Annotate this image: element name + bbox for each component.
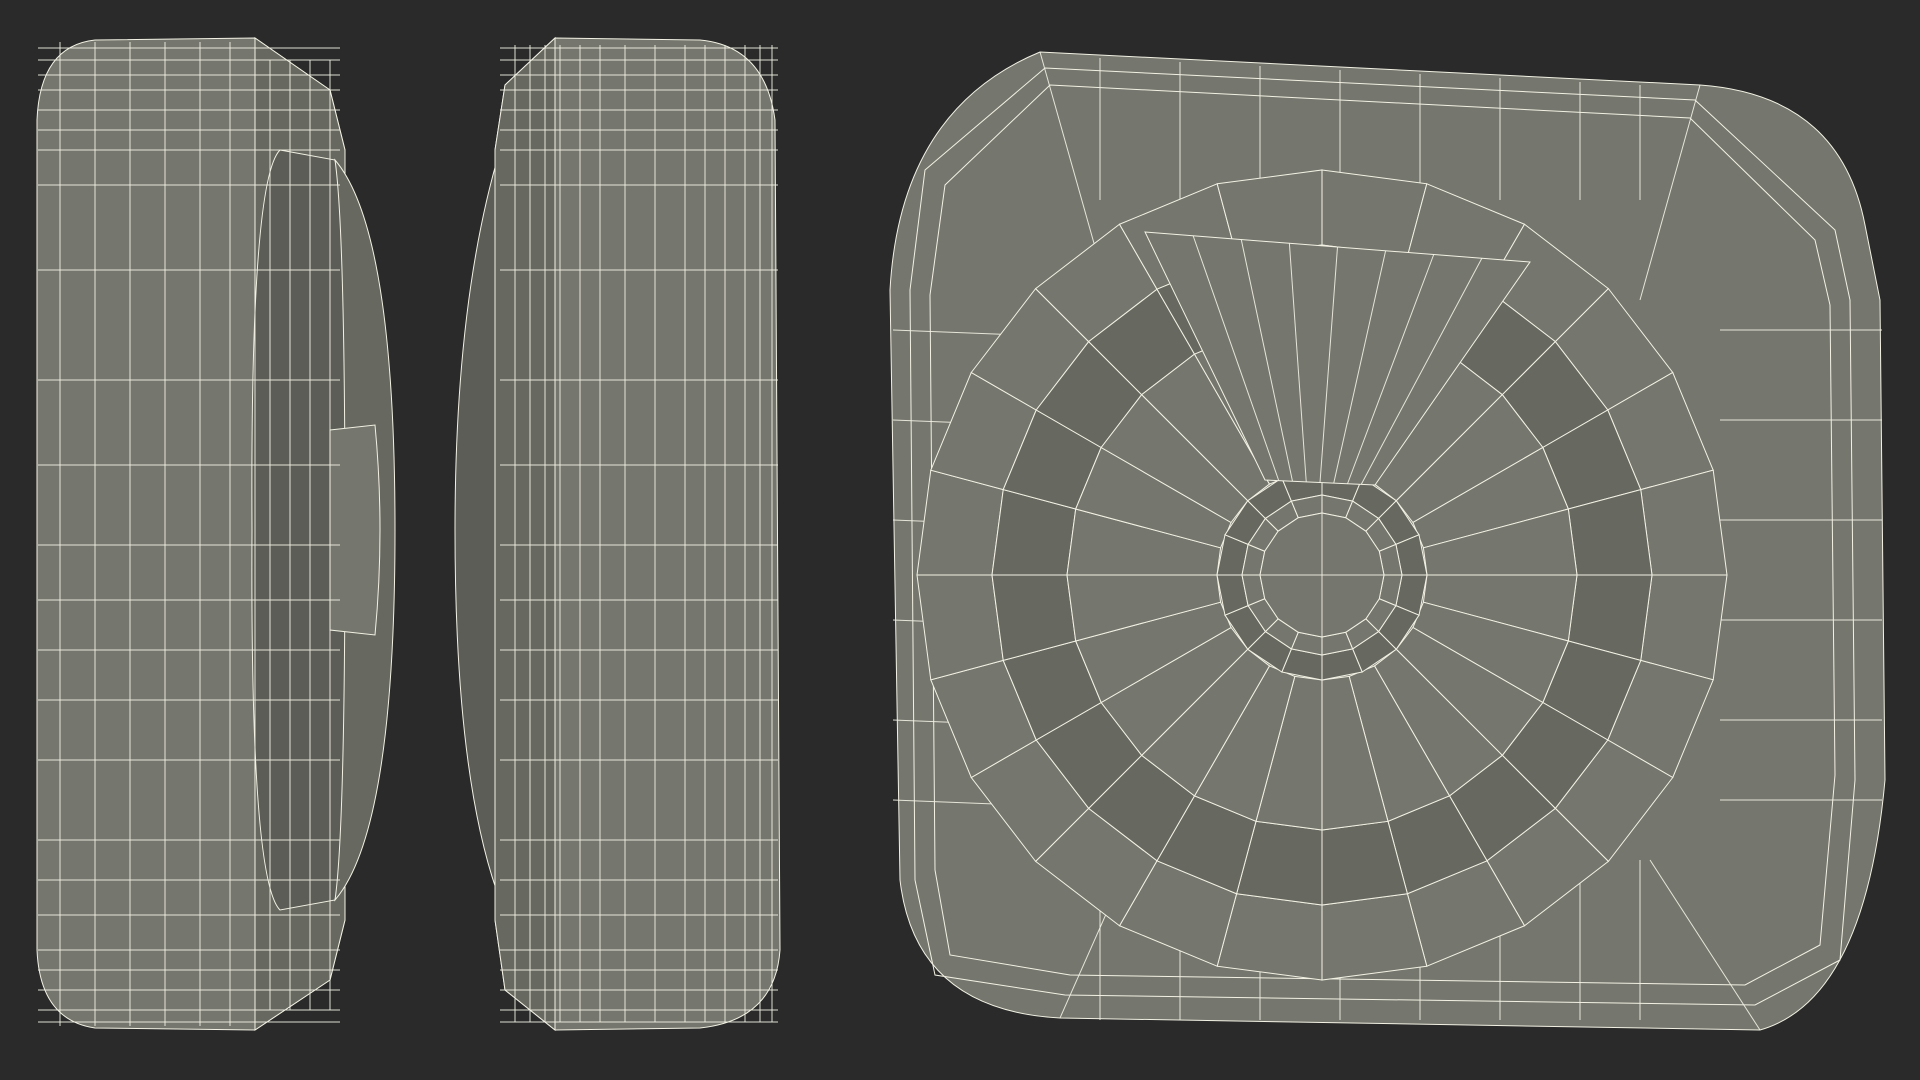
mid-bevel-face bbox=[494, 36, 556, 1032]
wireframe-render bbox=[0, 0, 1920, 1080]
front-view bbox=[889, 51, 1886, 1031]
disc-outer-segment bbox=[1640, 469, 1728, 576]
side-view-left bbox=[36, 37, 396, 1031]
side-view-right bbox=[454, 36, 781, 1032]
disc-outer-segment bbox=[1321, 893, 1428, 981]
disc-outer-segment bbox=[916, 574, 1004, 681]
render-stage bbox=[0, 0, 1920, 1080]
left-hub bbox=[329, 424, 381, 636]
